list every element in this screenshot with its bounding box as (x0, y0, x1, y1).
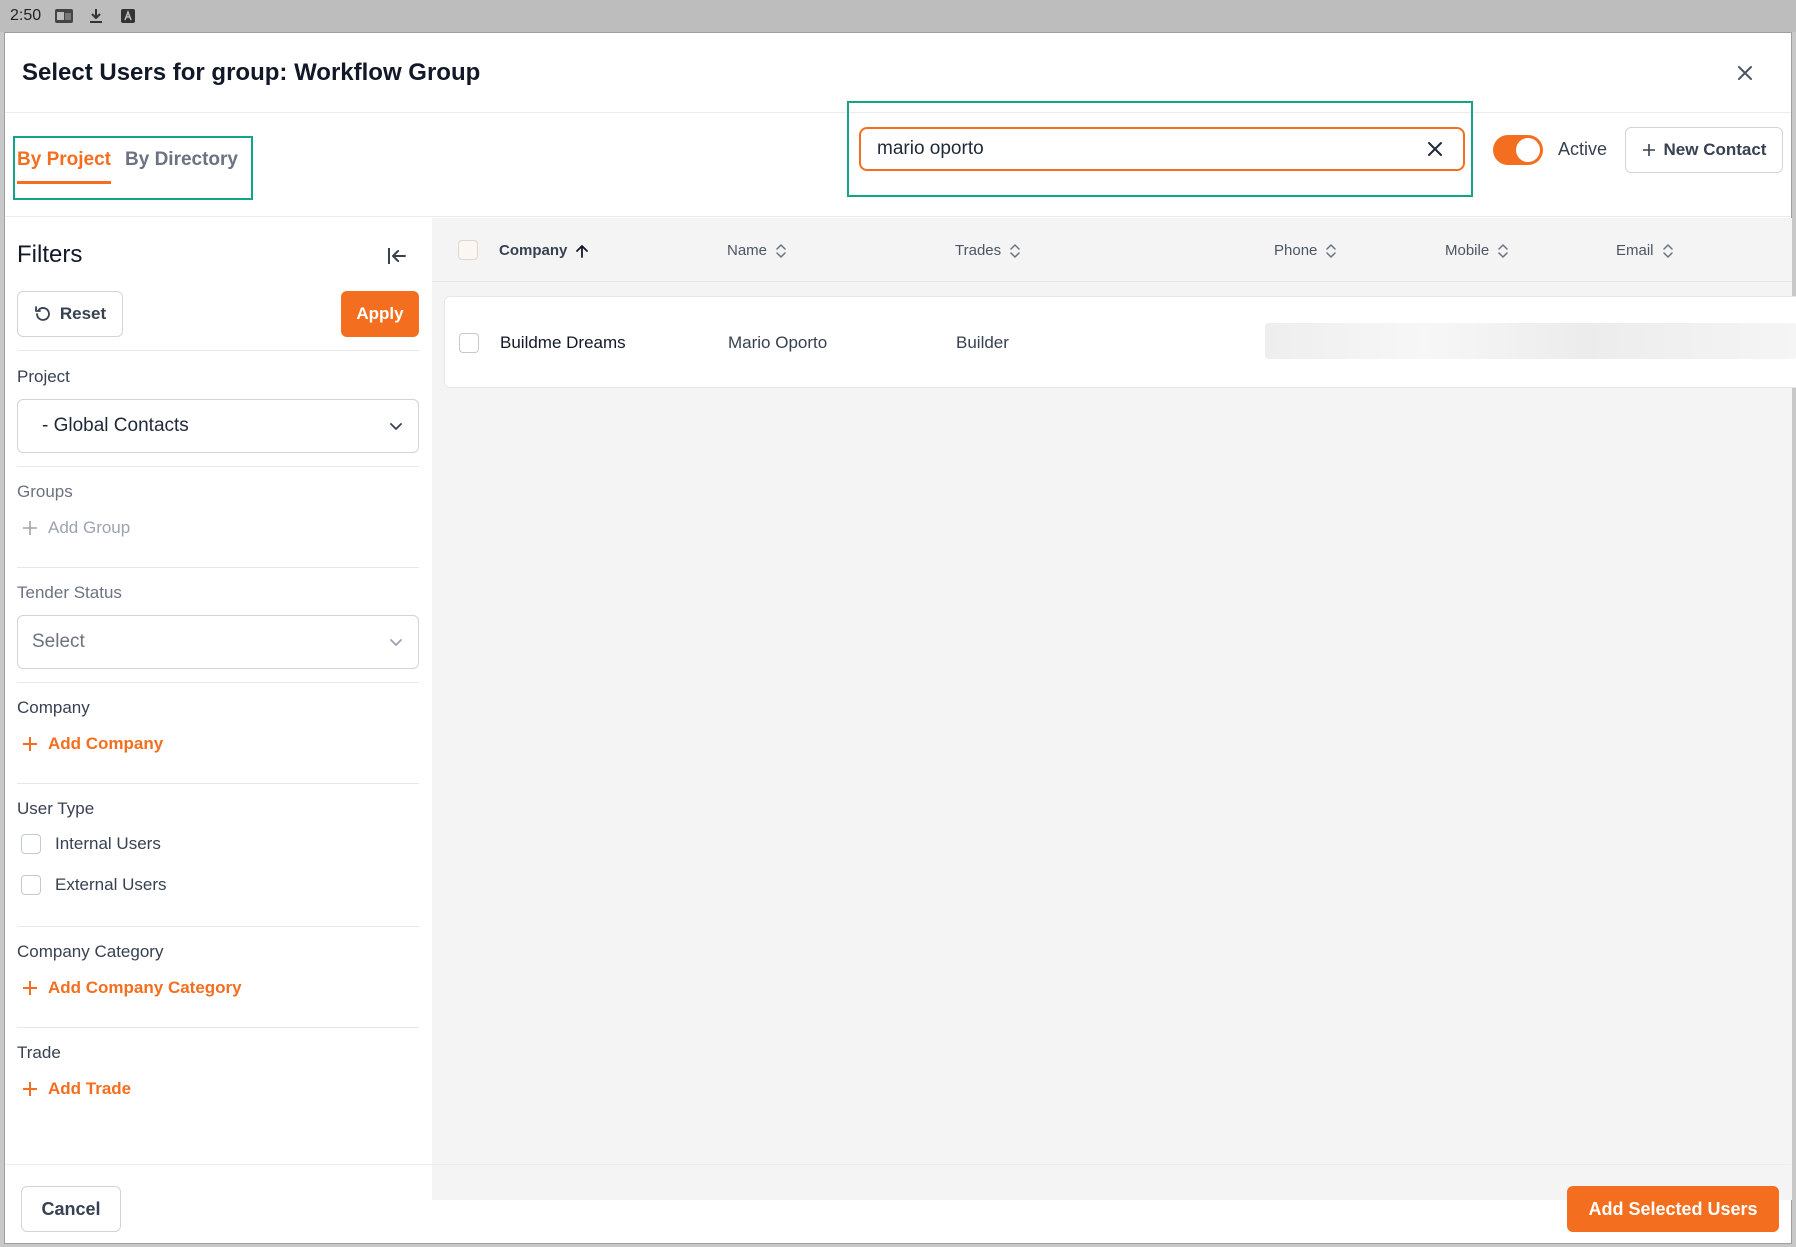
add-selected-users-button[interactable]: Add Selected Users (1567, 1186, 1779, 1232)
cell-company: Buildme Dreams (500, 333, 626, 352)
cell-trades: Builder (956, 333, 1009, 352)
plus-icon (23, 981, 37, 995)
column-header-name[interactable]: Name (727, 242, 787, 259)
divider (17, 466, 419, 467)
divider (17, 567, 419, 568)
column-header-email[interactable]: Email (1616, 242, 1674, 259)
outlook-icon (55, 8, 74, 24)
loading-skeleton (1265, 323, 1796, 359)
user-type-label: User Type (17, 799, 95, 818)
sort-icon (1326, 243, 1337, 258)
external-users-label: External Users (55, 875, 167, 894)
internal-users-option[interactable]: Internal Users (21, 834, 161, 854)
divider (17, 783, 419, 784)
app-a-icon (119, 8, 137, 24)
chevron-down-icon (390, 639, 402, 646)
new-contact-label: New Contact (1663, 140, 1767, 159)
add-company-label: Add Company (48, 734, 164, 753)
users-table-area: Company Name Trades Phone Mobile Email B… (432, 218, 1796, 1200)
external-users-option[interactable]: External Users (21, 875, 166, 895)
column-header-label: Mobile (1445, 242, 1490, 259)
tab-by-directory[interactable]: By Directory (125, 149, 238, 171)
new-contact-button[interactable]: New Contact (1625, 127, 1783, 173)
footer-divider (5, 1164, 1791, 1165)
company-category-label: Company Category (17, 942, 164, 961)
tab-by-project[interactable]: By Project (17, 149, 111, 171)
project-select[interactable]: - Global Contacts (17, 399, 419, 453)
collapse-left-icon (388, 248, 406, 264)
add-trade-button[interactable]: Add Trade (22, 1079, 131, 1099)
close-icon (1428, 142, 1442, 156)
column-header-label: Name (727, 242, 768, 259)
add-company-button[interactable]: Add Company (22, 734, 163, 754)
chevron-down-icon (390, 423, 402, 430)
project-select-value: - Global Contacts (42, 415, 189, 436)
external-users-checkbox[interactable] (21, 875, 41, 895)
plus-icon (23, 521, 37, 535)
add-trade-label: Add Trade (48, 1079, 132, 1098)
add-company-category-label: Add Company Category (48, 978, 242, 997)
trade-label: Trade (17, 1043, 61, 1062)
select-all-checkbox[interactable] (458, 240, 478, 260)
column-header-mobile[interactable]: Mobile (1445, 242, 1509, 259)
column-header-phone[interactable]: Phone (1274, 242, 1337, 259)
table-row[interactable]: Buildme Dreams Mario Oporto Builder (444, 296, 1796, 388)
sort-icon (1662, 243, 1673, 258)
internal-users-label: Internal Users (55, 834, 161, 853)
clear-search-button[interactable] (1423, 137, 1447, 161)
divider (17, 350, 419, 351)
system-status-bar: 2:50 (0, 0, 1796, 32)
search-field (859, 127, 1465, 171)
select-users-modal: Select Users for group: Workflow Group B… (4, 32, 1796, 1244)
project-label: Project (17, 367, 70, 386)
cancel-button[interactable]: Cancel (21, 1186, 121, 1232)
table-header: Company Name Trades Phone Mobile Email (432, 218, 1792, 282)
column-header-label: Phone (1274, 242, 1318, 259)
active-tab-indicator (17, 181, 111, 184)
add-group-button[interactable]: Add Group (22, 518, 130, 538)
sort-icon (1010, 243, 1020, 258)
filters-title: Filters (17, 241, 83, 268)
tender-status-select[interactable]: Select (17, 615, 419, 669)
collapse-filters-button[interactable] (383, 242, 411, 270)
filters-sidebar: Filters Reset Apply Project - Global Con… (5, 218, 431, 1200)
reset-button[interactable]: Reset (17, 291, 123, 337)
plus-icon (1642, 144, 1655, 156)
column-header-label: Email (1616, 242, 1654, 259)
divider (17, 682, 419, 683)
plus-icon (23, 1082, 37, 1096)
column-header-label: Trades (955, 242, 1002, 259)
sort-icon (1498, 243, 1508, 258)
modal-title: Select Users for group: Workflow Group (22, 59, 481, 86)
plus-icon (23, 737, 37, 751)
arrow-up-icon (576, 244, 589, 258)
active-toggle-label: Active (1558, 139, 1608, 159)
divider (17, 1027, 419, 1028)
divider (17, 926, 419, 927)
toggle-knob (1516, 138, 1540, 162)
tender-status-label: Tender Status (17, 583, 122, 602)
add-group-label: Add Group (48, 518, 131, 537)
internal-users-checkbox[interactable] (21, 834, 41, 854)
groups-label: Groups (17, 482, 73, 501)
status-time: 2:50 (10, 7, 42, 24)
apply-button[interactable]: Apply (341, 291, 419, 337)
column-header-trades[interactable]: Trades (955, 242, 1021, 259)
reset-label: Reset (59, 304, 107, 323)
close-icon (1738, 66, 1752, 80)
download-icon (87, 8, 105, 24)
row-checkbox[interactable] (459, 333, 479, 353)
company-label: Company (17, 698, 90, 717)
reset-icon (34, 306, 50, 321)
tender-status-placeholder: Select (32, 631, 85, 652)
cell-name: Mario Oporto (728, 333, 828, 352)
close-button[interactable] (1729, 57, 1761, 89)
add-company-category-button[interactable]: Add Company Category (22, 978, 242, 998)
column-header-company[interactable]: Company (499, 242, 589, 259)
active-toggle[interactable] (1493, 135, 1543, 165)
column-header-label: Company (499, 242, 568, 259)
sort-icon (776, 243, 786, 258)
search-input[interactable] (877, 138, 1423, 160)
